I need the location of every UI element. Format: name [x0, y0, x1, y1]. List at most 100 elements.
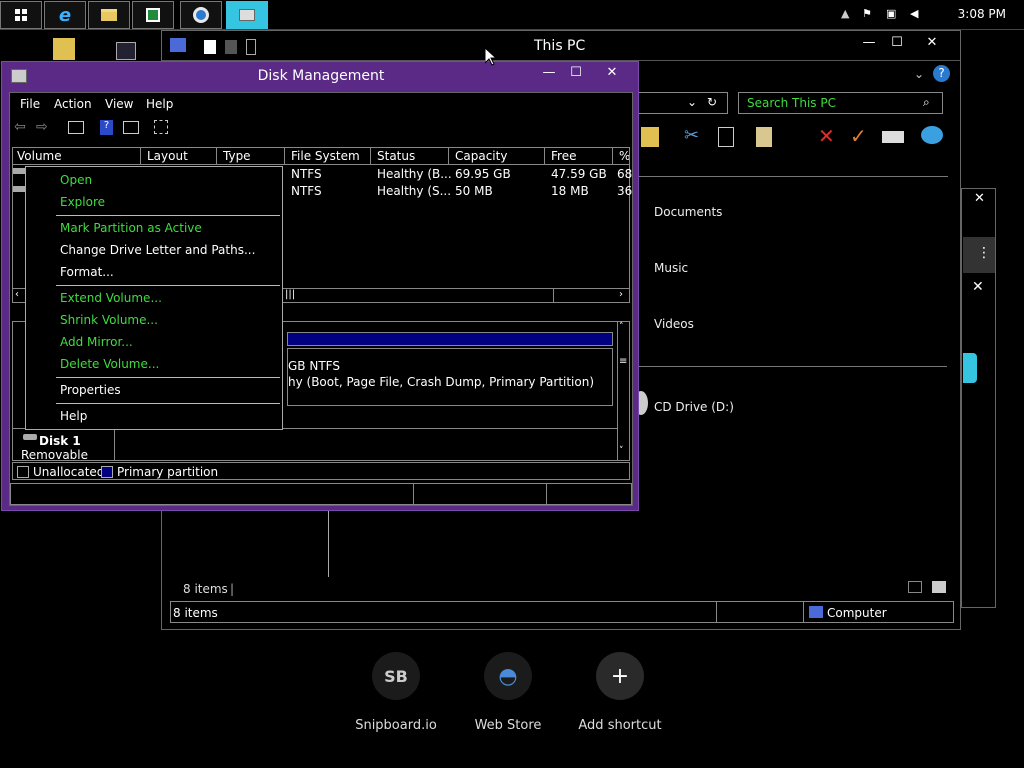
maximize-icon[interactable]: ☐ — [566, 65, 586, 80]
back-arrow-icon[interactable]: ⇦ — [14, 119, 26, 135]
nav-item-videos[interactable]: Videos — [654, 317, 694, 331]
menu-item-delete-volume[interactable]: Delete Volume... — [60, 357, 159, 371]
cell-percent-free: 36 — [617, 184, 633, 198]
close-icon[interactable]: ✕ — [974, 191, 985, 206]
search-icon[interactable]: ⌕ — [923, 95, 930, 110]
scroll-thumb[interactable]: ≡ — [619, 356, 627, 367]
copy-icon[interactable] — [718, 127, 734, 147]
details-view-icon[interactable] — [908, 581, 922, 593]
properties-icon[interactable] — [204, 40, 216, 54]
chevron-down-icon[interactable]: ⌄ — [687, 95, 697, 109]
speaker-muted-icon[interactable]: ◀ — [910, 7, 918, 20]
accent-tab[interactable] — [963, 353, 977, 383]
search-input[interactable]: Search This PC — [747, 96, 836, 110]
nav-item-cd-drive[interactable]: CD Drive (D:) — [654, 400, 734, 414]
ribbon-expand-icon[interactable]: ⌄ — [914, 67, 924, 81]
large-icons-view-icon[interactable] — [932, 581, 946, 593]
column-free-space[interactable]: Free Spa... — [547, 148, 613, 164]
disk1-label[interactable]: Disk 1 — [39, 434, 81, 448]
nav-item-music[interactable]: Music — [654, 261, 688, 275]
scroll-right-icon[interactable]: › — [619, 289, 623, 300]
close-icon[interactable]: ✕ — [972, 279, 984, 295]
volume-icon — [13, 186, 25, 192]
taskbar-explorer[interactable] — [88, 1, 130, 29]
menu-item-shrink-volume[interactable]: Shrink Volume... — [60, 313, 158, 327]
menu-item-explore[interactable]: Explore — [60, 195, 105, 209]
paste-icon[interactable] — [756, 127, 772, 147]
shortcut-snipboard[interactable]: SB Snipboard.io — [346, 652, 446, 733]
scroll-down-icon[interactable]: ˅ — [619, 446, 624, 456]
folder-icon[interactable] — [53, 38, 75, 60]
column-volume[interactable]: Volume — [13, 148, 141, 164]
legend: Unallocated Primary partition — [12, 462, 630, 480]
nav-item-documents[interactable]: Documents — [654, 205, 722, 219]
menu-view[interactable]: View — [105, 97, 133, 111]
column-file-system[interactable]: File System — [287, 148, 371, 164]
cell-status: Healthy (S... — [377, 184, 452, 198]
menu-item-change-drive-letter[interactable]: Change Drive Letter and Paths... — [60, 243, 255, 257]
taskbar-ie[interactable]: e — [44, 1, 86, 29]
address-bar[interactable]: ⌄ ↻ — [632, 92, 728, 114]
menu-item-extend-volume[interactable]: Extend Volume... — [60, 291, 162, 305]
scroll-thumb[interactable]: ||| — [285, 289, 295, 300]
taskbar-excel[interactable] — [132, 1, 174, 29]
this-pc-titlebar[interactable]: This PC — ☐ ✕ — [162, 31, 960, 61]
forward-arrow-icon[interactable]: ⇨ — [36, 119, 48, 135]
computer-icon — [170, 38, 186, 52]
help-icon[interactable]: ? — [933, 65, 950, 82]
taskbar-disk-management[interactable] — [226, 1, 268, 29]
scroll-up-icon[interactable]: ˄ — [619, 322, 624, 332]
menu-item-format[interactable]: Format... — [60, 265, 114, 279]
rescan-icon[interactable] — [154, 120, 168, 134]
delete-icon[interactable]: ✕ — [818, 124, 835, 148]
properties-icon[interactable] — [123, 121, 139, 134]
folder-options-icon[interactable] — [641, 127, 659, 147]
legend-primary: Primary partition — [117, 465, 219, 479]
shell-icon[interactable] — [921, 126, 943, 144]
column-capacity[interactable]: Capacity — [451, 148, 545, 164]
clock[interactable]: 3:08 PM — [958, 7, 1006, 21]
menu-action[interactable]: Action — [54, 97, 92, 111]
console-tree-icon[interactable] — [68, 121, 84, 134]
scroll-left-icon[interactable]: ‹ — [15, 289, 19, 300]
network-icon[interactable]: ▣ — [886, 7, 896, 20]
column-status[interactable]: Status — [373, 148, 449, 164]
column-type[interactable]: Type — [219, 148, 285, 164]
shortcut-label: Add shortcut — [578, 718, 662, 733]
column-percent-free[interactable]: % F — [615, 148, 629, 164]
menu-file[interactable]: File — [20, 97, 40, 111]
menu-item-mark-active[interactable]: Mark Partition as Active — [60, 221, 202, 235]
minimize-icon[interactable]: — — [859, 35, 879, 50]
menu-item-add-mirror[interactable]: Add Mirror... — [60, 335, 133, 349]
menu-item-help[interactable]: Help — [60, 409, 87, 423]
search-box[interactable]: Search This PC ⌕ — [738, 92, 943, 114]
help-icon[interactable]: ? — [100, 120, 113, 135]
flag-icon[interactable]: ⚑ — [862, 7, 872, 20]
recycle-bin-icon[interactable] — [116, 42, 136, 60]
checkmark-icon[interactable]: ✓ — [850, 124, 867, 148]
primary-partition-bar[interactable] — [287, 332, 613, 346]
close-icon[interactable]: ✕ — [922, 35, 942, 50]
menu-item-properties[interactable]: Properties — [60, 383, 121, 397]
taskbar-chrome[interactable] — [180, 1, 222, 29]
shortcut-web-store[interactable]: ◓ Web Store — [458, 652, 558, 733]
more-options-icon[interactable]: ⋮ — [963, 237, 995, 273]
partition-block[interactable]: GB NTFS hy (Boot, Page File, Crash Dump,… — [287, 348, 613, 406]
cut-icon[interactable]: ✂ — [684, 125, 699, 146]
maximize-icon[interactable]: ☐ — [887, 35, 907, 50]
spreadsheet-icon — [146, 8, 160, 22]
minimize-icon[interactable]: — — [539, 65, 559, 80]
column-layout[interactable]: Layout — [143, 148, 217, 164]
status-bar: 8 items Computer — [170, 601, 954, 623]
menu-item-open[interactable]: Open — [60, 173, 92, 187]
add-shortcut-button[interactable]: + Add shortcut — [570, 652, 670, 733]
chevron-down-icon[interactable] — [246, 39, 256, 55]
refresh-icon[interactable]: ↻ — [707, 95, 717, 109]
vertical-scrollbar[interactable]: ˄ ≡ ˅ — [617, 322, 629, 460]
start-button[interactable] — [0, 1, 42, 29]
new-folder-icon[interactable] — [225, 40, 237, 54]
close-icon[interactable]: ✕ — [602, 65, 622, 80]
menu-help[interactable]: Help — [146, 97, 173, 111]
chevron-up-icon[interactable]: ▲ — [841, 7, 849, 20]
rename-icon[interactable] — [882, 131, 904, 143]
